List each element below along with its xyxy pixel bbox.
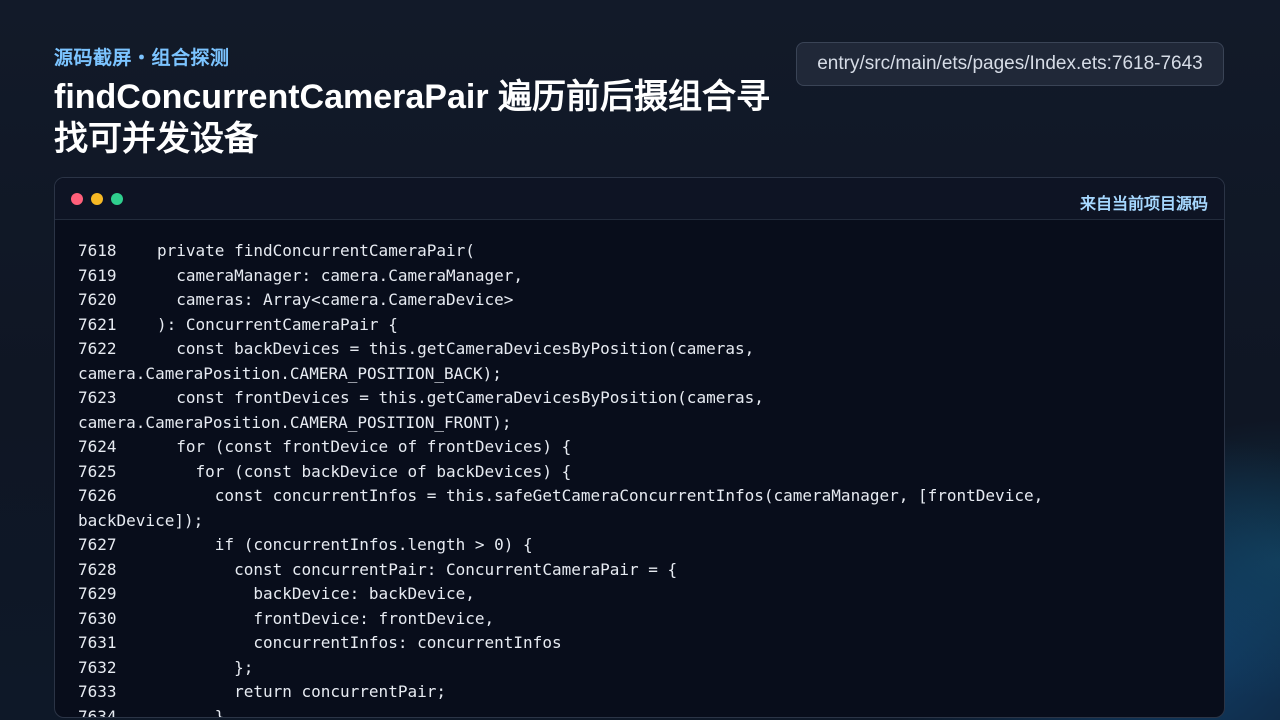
code-text: const backDevices = this.getCameraDevice… — [157, 339, 755, 358]
code-line: 7633 return concurrentPair; — [78, 680, 1214, 705]
code-text: backDevice]); — [78, 510, 204, 530]
code-line: 7626 const concurrentInfos = this.safeGe… — [78, 484, 1214, 509]
code-text: const frontDevices = this.getCameraDevic… — [157, 388, 764, 407]
code-line: camera.CameraPosition.CAMERA_POSITION_BA… — [78, 362, 1214, 387]
line-number: 7630 — [78, 608, 117, 628]
code-line: 7622 const backDevices = this.getCameraD… — [78, 337, 1214, 362]
code-text: for (const frontDevice of frontDevices) … — [157, 437, 572, 456]
code-line: 7629 backDevice: backDevice, — [78, 582, 1214, 607]
code-line: 7628 const concurrentPair: ConcurrentCam… — [78, 558, 1214, 583]
line-number: 7629 — [78, 584, 117, 603]
code-line: backDevice]); — [78, 509, 1214, 534]
code-text: backDevice: backDevice, — [157, 584, 475, 603]
code-block: 7618 private findConcurrentCameraPair(761… — [78, 239, 1214, 718]
code-line: 7634 } — [78, 705, 1214, 718]
line-number: 7622 — [78, 339, 117, 358]
code-text: const concurrentPair: ConcurrentCameraPa… — [157, 559, 678, 579]
line-number: 7623 — [78, 388, 117, 407]
code-text: concurrentInfos: concurrentInfos — [157, 633, 562, 652]
line-number: 7626 — [78, 486, 117, 505]
code-line: 7631 concurrentInfos: concurrentInfos — [78, 631, 1214, 656]
line-number: 7618 — [78, 241, 117, 260]
code-text: cameraManager: camera.CameraManager, — [157, 265, 524, 285]
code-line: 7625 for (const backDevice of backDevice… — [78, 460, 1214, 485]
page-title: findConcurrentCameraPair 遍历前后摄组合寻找可并发设备 — [54, 78, 770, 158]
code-line: 7623 const frontDevices = this.getCamera… — [78, 386, 1214, 411]
line-number: 7628 — [78, 559, 117, 579]
line-number: 7625 — [78, 461, 117, 481]
code-line: 7618 private findConcurrentCameraPair( — [78, 239, 1214, 264]
line-number: 7620 — [78, 290, 117, 309]
line-number: 7632 — [78, 657, 117, 677]
eyebrow-label: 源码截屏・组合探测 — [54, 48, 230, 69]
file-path-chip: entry/src/main/ets/pages/Index.ets:7618-… — [796, 42, 1224, 86]
code-line: 7619 cameraManager: camera.CameraManager… — [78, 264, 1214, 289]
code-line: 7627 if (concurrentInfos.length > 0) { — [78, 533, 1214, 558]
code-text: return concurrentPair; — [157, 682, 446, 701]
code-window: 来自当前项目源码 7618 private findConcurrentCamer… — [54, 177, 1225, 718]
line-number: 7633 — [78, 682, 117, 701]
code-text: ): ConcurrentCameraPair { — [157, 314, 398, 334]
line-number: 7624 — [78, 437, 117, 456]
code-text: if (concurrentInfos.length > 0) { — [157, 535, 533, 554]
code-text: }; — [157, 657, 254, 677]
line-number: 7631 — [78, 633, 117, 652]
code-text: private findConcurrentCameraPair( — [157, 241, 475, 260]
maximize-dot-icon — [111, 193, 123, 205]
line-number: 7621 — [78, 314, 117, 334]
code-line: 7620 cameras: Array<camera.CameraDevice> — [78, 288, 1214, 313]
window-titlebar: 来自当前项目源码 — [55, 178, 1224, 220]
code-text: for (const backDevice of backDevices) { — [157, 461, 572, 481]
code-text: const concurrentInfos = this.safeGetCame… — [157, 486, 1044, 505]
code-line: 7621 ): ConcurrentCameraPair { — [78, 313, 1214, 338]
code-text: cameras: Array<camera.CameraDevice> — [157, 290, 514, 309]
code-text: frontDevice: frontDevice, — [157, 608, 495, 628]
minimize-dot-icon — [91, 193, 103, 205]
code-text: camera.CameraPosition.CAMERA_POSITION_FR… — [78, 412, 512, 432]
source-label: 来自当前项目源码 — [1079, 196, 1208, 213]
line-number: 7619 — [78, 265, 117, 285]
code-line: 7630 frontDevice: frontDevice, — [78, 607, 1214, 632]
line-number: 7627 — [78, 535, 117, 554]
close-dot-icon — [71, 193, 83, 205]
line-number: 7634 — [78, 706, 117, 718]
code-text: } — [157, 706, 225, 718]
code-line: camera.CameraPosition.CAMERA_POSITION_FR… — [78, 411, 1214, 436]
code-line: 7624 for (const frontDevice of frontDevi… — [78, 435, 1214, 460]
code-line: 7632 }; — [78, 656, 1214, 681]
code-text: camera.CameraPosition.CAMERA_POSITION_BA… — [78, 363, 502, 383]
